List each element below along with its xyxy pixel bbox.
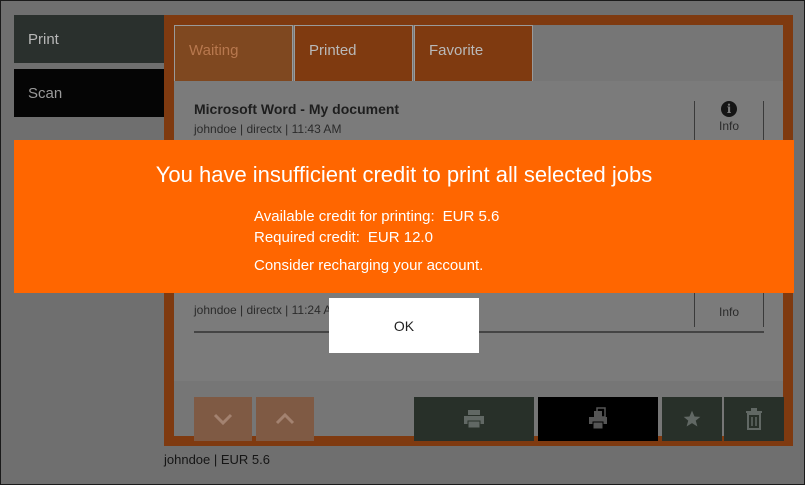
tab-label: Printed [309,42,357,59]
tab-printed[interactable]: Printed [294,25,413,81]
trash-icon [746,408,762,430]
star-icon [683,410,701,427]
job-meta: johndoe | directx | 11:43 AM [194,122,342,136]
print-release-icon [589,407,607,430]
chevron-up-icon [275,413,295,425]
scroll-down-button[interactable] [194,397,252,441]
available-credit-value: EUR 5.6 [442,208,500,225]
info-button[interactable]: i Info [694,101,764,141]
print-release-button[interactable] [538,397,658,441]
sidebar-item-label: Scan [28,84,63,102]
tab-favorite[interactable]: Favorite [414,25,533,81]
delete-button[interactable] [724,397,784,441]
printer-icon [464,410,484,429]
tab-label: Favorite [429,42,484,59]
sidebar-item-print[interactable]: Print [14,15,164,63]
info-button[interactable]: Info [694,287,764,327]
required-credit-label: Required credit: [254,229,360,246]
available-credit-label: Available credit for printing: [254,208,435,225]
required-credit-value: EUR 12.0 [367,229,433,246]
user-credit-status: johndoe | EUR 5.6 [164,452,270,467]
tab-waiting[interactable]: Waiting [174,25,293,81]
insufficient-credit-dialog: You have insufficient credit to print al… [14,140,794,293]
tab-bar: Waiting Printed Favorite [174,25,534,81]
favorite-button[interactable] [662,397,722,441]
tab-label: Waiting [189,42,239,59]
app-window: Print Scan Waiting Printed Favorite Micr… [0,0,805,485]
info-icon: i [721,101,737,117]
ok-button-label: OK [393,317,415,334]
info-label: Info [718,305,739,319]
print-button[interactable] [414,397,534,441]
credit-details: Available credit for printing: EUR 5.6 Re… [254,206,499,248]
dialog-title: You have insufficient credit to print al… [155,162,653,187]
ok-button[interactable]: OK [329,298,479,353]
info-label: Info [718,119,739,133]
chevron-down-icon [213,413,233,425]
job-meta: johndoe | directx | 11:24 AM [194,303,342,317]
sidebar-item-label: Print [28,30,59,48]
scroll-up-button[interactable] [256,397,314,441]
job-title: Microsoft Word - My document [194,101,400,117]
recharge-message: Consider recharging your account. [254,257,484,274]
sidebar-item-scan[interactable]: Scan [14,69,164,117]
